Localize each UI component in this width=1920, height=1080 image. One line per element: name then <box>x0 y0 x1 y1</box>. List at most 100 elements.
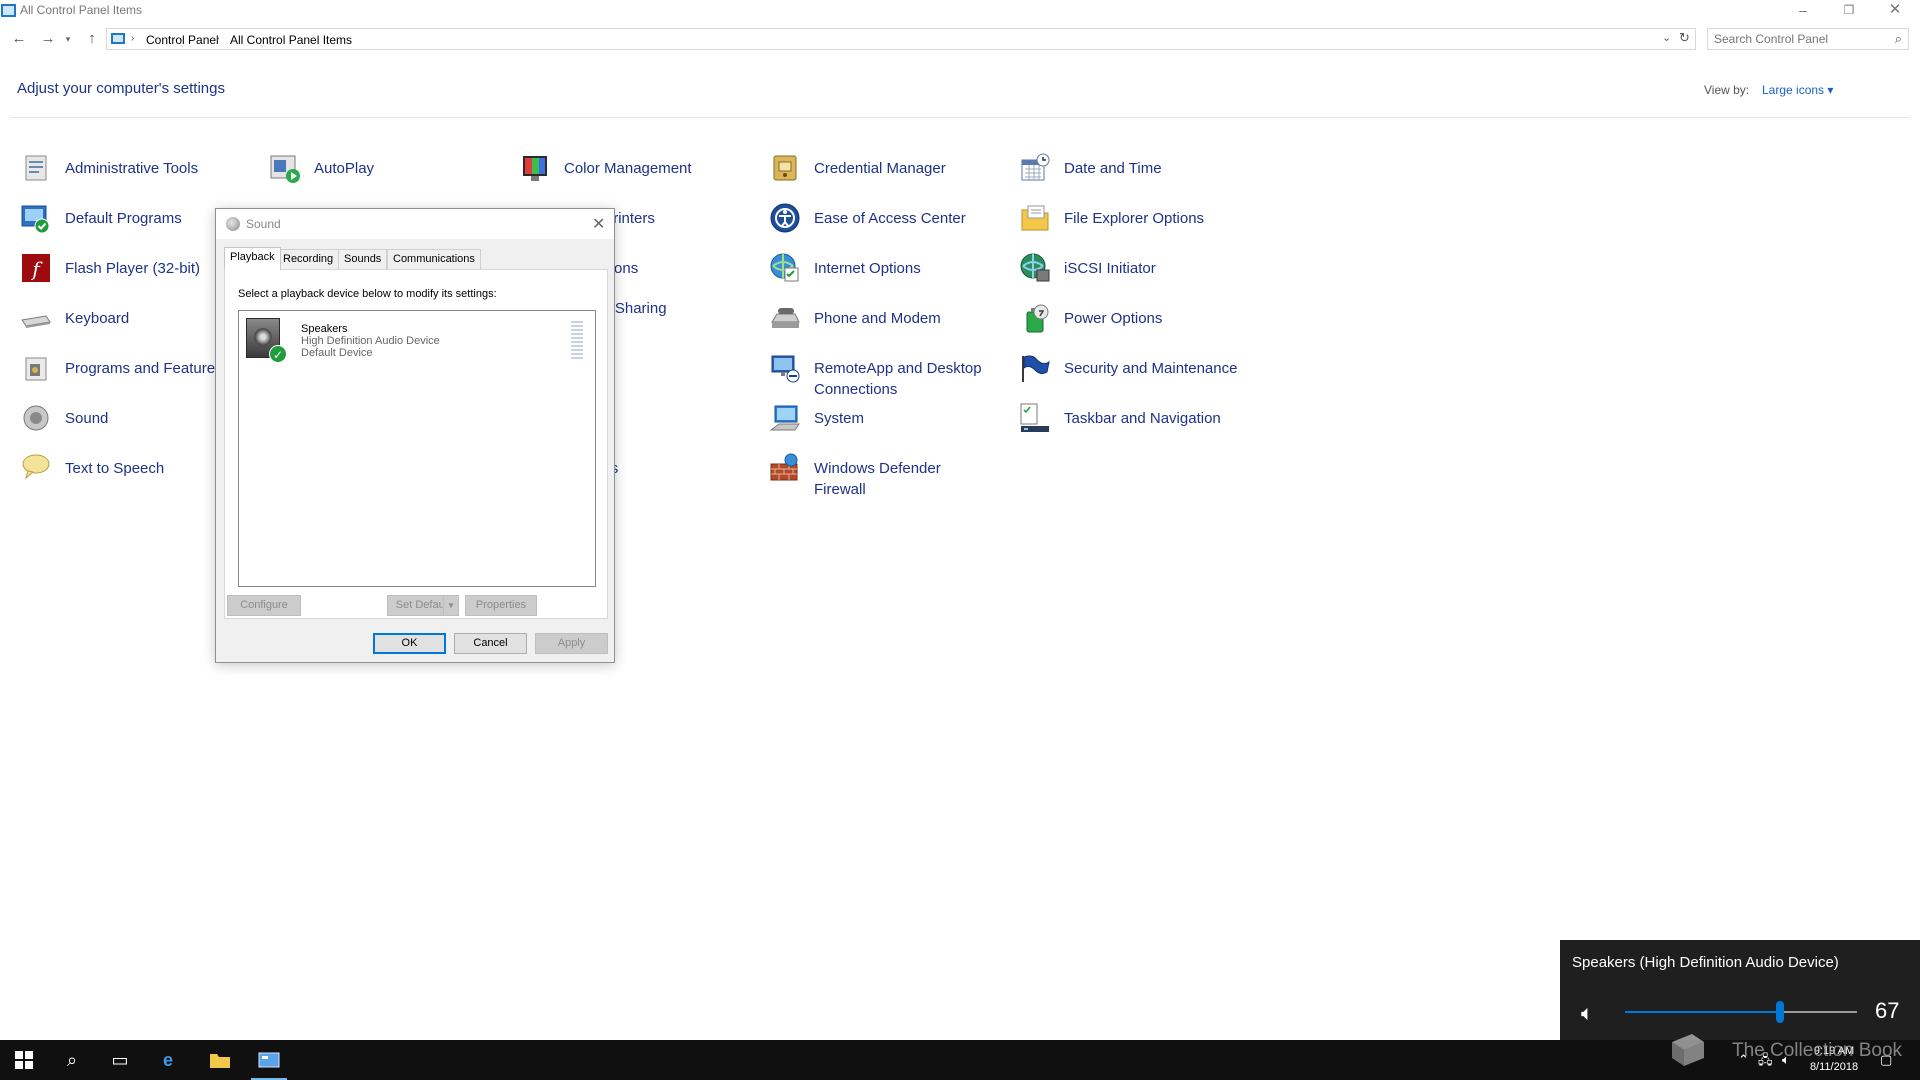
item-label[interactable]: Internet Options <box>814 258 921 279</box>
recent-locations-chevron-icon[interactable]: ▾ <box>62 28 74 50</box>
item-flash-player[interactable]: f Flash Player (32-bit) <box>20 252 200 284</box>
security-flag-icon <box>1019 352 1051 384</box>
address-bar[interactable]: › Control Panel › All Control Panel Item… <box>106 28 1696 50</box>
action-center-icon[interactable]: ▢ <box>1880 1040 1892 1080</box>
system-computer-icon <box>769 402 801 434</box>
item-label[interactable]: Programs and Feature <box>65 358 215 379</box>
configure-button[interactable]: Configure <box>227 595 301 616</box>
cancel-button[interactable]: Cancel <box>454 633 527 654</box>
internet-explorer-icon[interactable]: e <box>144 1040 192 1080</box>
refresh-icon[interactable]: ↻ <box>1679 30 1690 46</box>
item-file-explorer-options[interactable]: File Explorer Options <box>1019 202 1204 234</box>
breadcrumb-separator-icon[interactable]: › <box>216 33 219 44</box>
item-remoteapp[interactable]: RemoteApp and Desktop Connections <box>769 352 1004 400</box>
tray-volume-icon[interactable]: 🔈︎ <box>1782 1040 1790 1080</box>
item-label[interactable]: Text to Speech <box>65 458 164 479</box>
playback-device-list[interactable]: ✓ Speakers High Definition Audio Device … <box>238 310 596 587</box>
address-dropdown-chevron-icon[interactable]: ⌄ <box>1662 31 1671 44</box>
item-keyboard[interactable]: Keyboard <box>20 302 129 334</box>
flyout-device-name[interactable]: Speakers (High Definition Audio Device) <box>1572 954 1839 971</box>
firewall-icon <box>769 452 801 484</box>
item-label[interactable]: AutoPlay <box>314 158 374 179</box>
search-box[interactable]: ⌕ <box>1707 28 1909 50</box>
breadcrumb-separator-icon: › <box>131 33 135 44</box>
search-icon[interactable]: ⌕ <box>1895 31 1902 47</box>
item-label[interactable]: System <box>814 408 864 429</box>
volume-slider[interactable] <box>1625 1001 1857 1023</box>
item-windows-defender-firewall[interactable]: Windows Defender Firewall <box>769 452 964 500</box>
device-description: High Definition Audio Device <box>301 335 440 347</box>
item-administrative-tools[interactable]: Administrative Tools <box>20 152 198 184</box>
item-label[interactable]: RemoteApp and Desktop Connections <box>814 358 1004 400</box>
breadcrumb-control-panel[interactable]: Control Panel <box>146 33 219 47</box>
set-default-dropdown-chevron-icon[interactable]: ▼ <box>443 595 459 616</box>
apply-button[interactable]: Apply <box>535 633 608 654</box>
breadcrumb-all-items[interactable]: All Control Panel Items <box>230 33 352 47</box>
item-label[interactable]: Default Programs <box>65 208 182 229</box>
item-sound[interactable]: Sound <box>20 402 108 434</box>
item-label[interactable]: Administrative Tools <box>65 158 198 179</box>
dialog-close-icon[interactable]: ✕ <box>592 214 605 234</box>
item-label[interactable]: Power Options <box>1064 308 1162 329</box>
tray-overflow-chevron-icon[interactable]: ⌃ <box>1738 1040 1749 1080</box>
search-input[interactable] <box>1714 31 1884 47</box>
properties-button[interactable]: Properties <box>465 595 537 616</box>
item-label[interactable]: Windows Defender Firewall <box>814 458 964 500</box>
tab-sounds[interactable]: Sounds <box>338 249 388 269</box>
device-status: Default Device <box>301 347 373 359</box>
item-text-to-speech[interactable]: Text to Speech <box>20 452 164 484</box>
search-icon[interactable]: ⌕ <box>48 1040 96 1080</box>
item-label[interactable]: Taskbar and Navigation <box>1064 408 1221 429</box>
close-button[interactable]: ✕ <box>1872 0 1918 22</box>
file-explorer-folder-icon[interactable] <box>196 1040 244 1080</box>
item-label[interactable]: Security and Maintenance <box>1064 358 1237 379</box>
item-label[interactable]: Credential Manager <box>814 158 946 179</box>
volume-flyout: Speakers (High Definition Audio Device) … <box>1560 940 1920 1040</box>
taskbar-clock[interactable]: 9:19 AM 8/11/2018 <box>1792 1043 1876 1075</box>
taskbar: ⌕ ▭ e ⌃ 🖧︎ 🔈︎ 9:19 AM 8/11/2018 ▢ <box>0 1040 1920 1080</box>
item-credential-manager[interactable]: Credential Manager <box>769 152 946 184</box>
item-phone-modem[interactable]: Phone and Modem <box>769 302 941 334</box>
sound-dialog-titlebar[interactable]: Sound ✕ <box>216 209 614 239</box>
item-label[interactable]: Flash Player (32-bit) <box>65 258 200 279</box>
device-speakers[interactable]: ✓ Speakers High Definition Audio Device … <box>243 315 583 363</box>
view-by-dropdown[interactable]: Large icons ▾ <box>1762 83 1833 97</box>
item-label[interactable]: Ease of Access Center <box>814 208 966 229</box>
item-label[interactable]: iSCSI Initiator <box>1064 258 1156 279</box>
item-label[interactable]: Keyboard <box>65 308 129 329</box>
item-internet-options[interactable]: Internet Options <box>769 252 921 284</box>
item-taskbar-navigation[interactable]: Taskbar and Navigation <box>1019 402 1221 434</box>
item-label[interactable]: Sound <box>65 408 108 429</box>
item-system[interactable]: System <box>769 402 864 434</box>
item-iscsi-initiator[interactable]: iSCSI Initiator <box>1019 252 1156 284</box>
item-label[interactable]: File Explorer Options <box>1064 208 1204 229</box>
item-date-time[interactable]: Date and Time <box>1019 152 1162 184</box>
speaker-volume-icon[interactable]: 🔈︎ <box>1581 1002 1594 1026</box>
forward-arrow-icon[interactable]: → <box>37 28 59 50</box>
taskbar-navigation-icon <box>1019 402 1051 434</box>
minimize-button[interactable]: – <box>1780 0 1826 22</box>
item-label[interactable]: Date and Time <box>1064 158 1162 179</box>
item-ease-of-access[interactable]: Ease of Access Center <box>769 202 966 234</box>
item-label[interactable]: Phone and Modem <box>814 308 941 329</box>
network-icon[interactable]: 🖧︎ <box>1758 1040 1773 1080</box>
item-color-management[interactable]: Color Management <box>519 152 692 184</box>
default-programs-icon <box>20 202 52 234</box>
item-label[interactable]: Color Management <box>564 158 692 179</box>
item-security-maintenance[interactable]: Security and Maintenance <box>1019 352 1237 384</box>
volume-slider-thumb[interactable] <box>1776 1001 1785 1023</box>
control-panel-taskbar-icon[interactable] <box>245 1040 293 1080</box>
item-power-options[interactable]: Power Options <box>1019 302 1162 334</box>
back-arrow-icon[interactable]: ← <box>8 28 30 50</box>
tab-recording[interactable]: Recording <box>277 249 340 269</box>
task-view-icon[interactable]: ▭ <box>96 1040 144 1080</box>
ok-button[interactable]: OK <box>373 633 446 654</box>
item-default-programs[interactable]: Default Programs <box>20 202 182 234</box>
maximize-button[interactable]: ❐ <box>1826 0 1872 22</box>
start-windows-icon[interactable] <box>0 1040 48 1080</box>
tab-communications[interactable]: Communications <box>387 249 481 269</box>
up-arrow-icon[interactable]: ↑ <box>81 28 103 50</box>
item-autoplay[interactable]: AutoPlay <box>269 152 374 184</box>
tab-playback[interactable]: Playback <box>224 247 281 270</box>
item-programs-features[interactable]: Programs and Feature <box>20 352 215 384</box>
